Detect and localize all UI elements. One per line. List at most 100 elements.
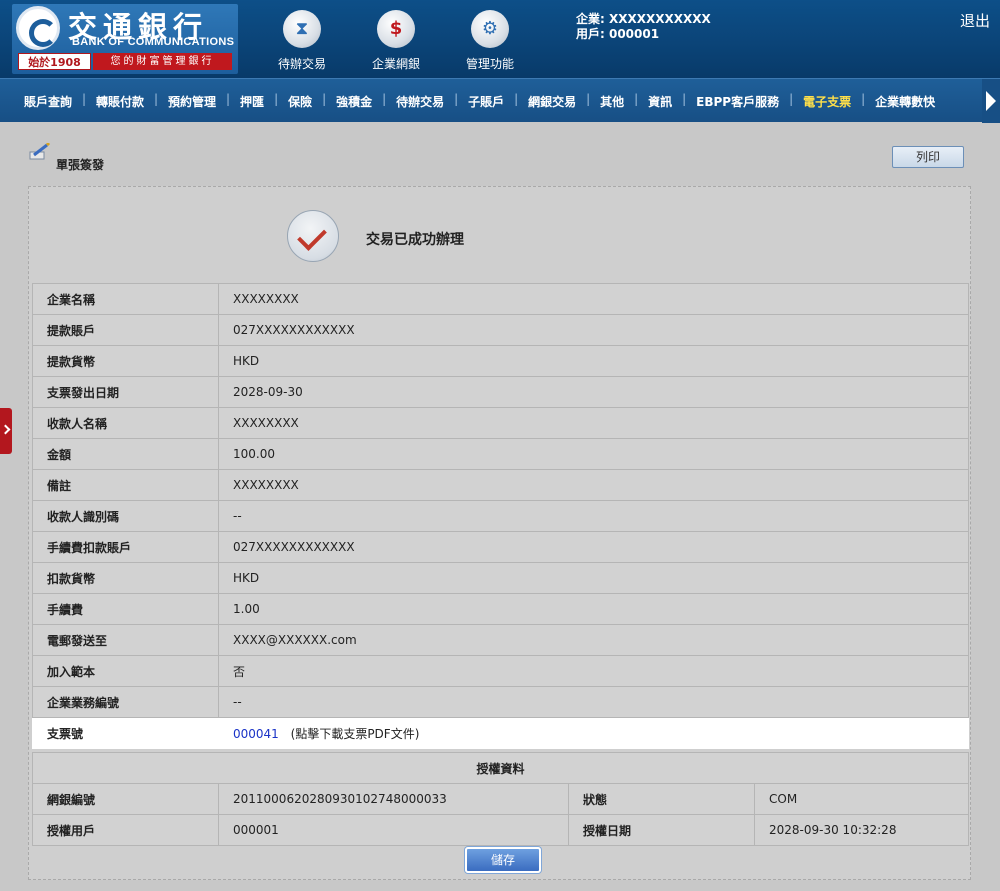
logout-link[interactable]: 退出 bbox=[960, 10, 990, 31]
detail-label: 企業名稱 bbox=[32, 283, 219, 315]
detail-label: 提款貨幣 bbox=[32, 345, 219, 377]
page-title: 單張簽發 bbox=[56, 158, 105, 172]
nav-fps[interactable]: 企業轉數快 bbox=[861, 92, 947, 110]
detail-label: 收款人識別碼 bbox=[32, 500, 219, 532]
table-row: 企業業務編號 -- bbox=[32, 686, 969, 718]
success-banner: 交易已成功辦理 bbox=[29, 187, 970, 283]
table-row: 網銀編號 2011000620280930102748000033 狀態 COM bbox=[32, 783, 969, 815]
table-row: 扣款貨幣 HKD bbox=[32, 562, 969, 594]
table-row: 支票發出日期 2028-09-30 bbox=[32, 376, 969, 408]
authorization-date-value: 2028-09-30 10:32:28 bbox=[754, 814, 969, 846]
detail-value: 1.00 bbox=[218, 593, 969, 625]
pending-transactions-button[interactable]: ⧗ 待辦交易 bbox=[262, 10, 342, 74]
detail-value: 027XXXXXXXXXXXX bbox=[218, 314, 969, 346]
corporate-banking-label: 企業網銀 bbox=[371, 57, 420, 71]
authorization-header: 授權資料 bbox=[32, 752, 969, 784]
detail-label: 提款賬戶 bbox=[32, 314, 219, 346]
gears-icon: ⚙ bbox=[481, 18, 499, 39]
nav-online-banking-transactions[interactable]: 網銀交易 bbox=[514, 92, 588, 110]
table-row: 提款貨幣 HKD bbox=[32, 345, 969, 377]
detail-label: 電郵發送至 bbox=[32, 624, 219, 656]
nav-mpf[interactable]: 強積金 bbox=[322, 92, 384, 110]
user-id: 用戶: 000001 bbox=[576, 27, 660, 41]
detail-value: HKD bbox=[218, 345, 969, 377]
detail-value: XXXXXXXX bbox=[218, 283, 969, 315]
cheque-number-link[interactable]: 000041 bbox=[233, 727, 279, 741]
status-value: COM bbox=[754, 783, 969, 815]
hourglass-icon: ⧗ bbox=[295, 18, 309, 39]
detail-value: HKD bbox=[218, 562, 969, 594]
detail-value: 100.00 bbox=[218, 438, 969, 470]
logo-slogan: 您的財富管理銀行 bbox=[93, 53, 232, 70]
detail-value: XXXX@XXXXXX.com bbox=[218, 624, 969, 656]
detail-value: 027XXXXXXXXXXXX bbox=[218, 531, 969, 563]
detail-label: 收款人名稱 bbox=[32, 407, 219, 439]
detail-label: 手續費 bbox=[32, 593, 219, 625]
nav-account-enquiry[interactable]: 賬戶查詢 bbox=[0, 93, 84, 110]
nav-bills[interactable]: 押匯 bbox=[226, 92, 276, 110]
print-button[interactable]: 列印 bbox=[892, 146, 964, 168]
table-row: 備註 XXXXXXXX bbox=[32, 469, 969, 501]
nav-scroll-right-icon[interactable] bbox=[982, 79, 1000, 123]
side-expand-tab[interactable] bbox=[0, 408, 12, 454]
table-row: 電郵發送至 XXXX@XXXXXX.com bbox=[32, 624, 969, 656]
top-header: 交通銀行 BANK OF COMMUNICATIONS 始於1908 您的財富管… bbox=[0, 0, 1000, 78]
status-label: 狀態 bbox=[568, 783, 755, 815]
company-id: 企業: XXXXXXXXXXX bbox=[576, 12, 711, 26]
table-row: 收款人識別碼 -- bbox=[32, 500, 969, 532]
table-row: 授權用戶 000001 授權日期 2028-09-30 10:32:28 bbox=[32, 814, 969, 846]
authorization-table: 授權資料 網銀編號 2011000620280930102748000033 狀… bbox=[32, 752, 969, 846]
nav-sub-account[interactable]: 子賬戶 bbox=[454, 92, 516, 110]
cheque-download-note: (點擊下載支票PDF文件) bbox=[290, 726, 420, 741]
table-row: 收款人名稱 XXXXXXXX bbox=[32, 407, 969, 439]
detail-label: 扣款貨幣 bbox=[32, 562, 219, 594]
logo-since: 始於1908 bbox=[18, 53, 91, 70]
table-row: 提款賬戶 027XXXXXXXXXXXX bbox=[32, 314, 969, 346]
success-message: 交易已成功辦理 bbox=[366, 232, 464, 248]
detail-label: 企業業務編號 bbox=[32, 686, 219, 718]
detail-value: XXXXXXXX bbox=[218, 469, 969, 501]
pending-transactions-label: 待辦交易 bbox=[277, 57, 326, 71]
detail-label: 加入範本 bbox=[32, 655, 219, 687]
logo-english-name: BANK OF COMMUNICATIONS bbox=[72, 36, 235, 48]
management-label: 管理功能 bbox=[465, 57, 514, 71]
main-nav: 賬戶查詢 轉賬付款 預約管理 押匯 保險 強積金 待辦交易 子賬戶 網銀交易 其… bbox=[0, 78, 1000, 123]
nav-insurance[interactable]: 保險 bbox=[274, 92, 324, 110]
pen-icon bbox=[29, 143, 50, 160]
dollar-monitor-icon: $ bbox=[389, 18, 403, 39]
detail-label: 支票發出日期 bbox=[32, 376, 219, 408]
transaction-detail-table: 企業名稱 XXXXXXXX 提款賬戶 027XXXXXXXXXXXX 提款貨幣 HKD 支票… bbox=[32, 283, 969, 749]
detail-label: 金額 bbox=[32, 438, 219, 470]
detail-value: 否 bbox=[218, 655, 969, 687]
detail-label: 手續費扣款賬戶 bbox=[32, 531, 219, 563]
authorizer-value: 000001 bbox=[218, 814, 569, 846]
cheque-number-row: 支票號 000041 (點擊下載支票PDF文件) bbox=[32, 717, 969, 749]
nav-others[interactable]: 其他 bbox=[586, 92, 636, 110]
table-row: 企業名稱 XXXXXXXX bbox=[32, 283, 969, 315]
save-button[interactable]: 儲存 bbox=[465, 847, 541, 873]
nav-information[interactable]: 資訊 bbox=[634, 92, 684, 110]
corporate-banking-button[interactable]: $ 企業網銀 bbox=[356, 10, 436, 74]
management-button[interactable]: ⚙ 管理功能 bbox=[450, 10, 530, 74]
detail-value: -- bbox=[218, 686, 969, 718]
nav-transfer-payment[interactable]: 轉賬付款 bbox=[82, 92, 156, 110]
nav-ebpp[interactable]: EBPP客戶服務 bbox=[682, 92, 791, 110]
authorization-date-label: 授權日期 bbox=[568, 814, 755, 846]
table-row: 加入範本否 bbox=[32, 655, 969, 687]
reference-label: 網銀編號 bbox=[32, 783, 219, 815]
detail-label: 備註 bbox=[32, 469, 219, 501]
result-panel: 交易已成功辦理 企業名稱 XXXXXXXX 提款賬戶 027XXXXXXXXXXXX 提… bbox=[28, 186, 971, 880]
checkmark-icon bbox=[287, 210, 339, 262]
table-row: 手續費扣款賬戶 027XXXXXXXXXXXX bbox=[32, 531, 969, 563]
detail-value: 2028-09-30 bbox=[218, 376, 969, 408]
bank-emblem-icon bbox=[16, 6, 60, 50]
user-info: 企業: XXXXXXXXXXX 用戶: 000001 bbox=[576, 12, 711, 42]
table-row: 手續費 1.00 bbox=[32, 593, 969, 625]
nav-e-cheque[interactable]: 電子支票 bbox=[789, 92, 863, 110]
nav-scheduled-management[interactable]: 預約管理 bbox=[154, 92, 228, 110]
detail-value: -- bbox=[218, 500, 969, 532]
cheque-number-cell: 000041 (點擊下載支票PDF文件) bbox=[218, 717, 969, 749]
bank-logo[interactable]: 交通銀行 BANK OF COMMUNICATIONS 始於1908 您的財富管… bbox=[12, 4, 238, 74]
table-row: 金額 100.00 bbox=[32, 438, 969, 470]
nav-pending-transactions[interactable]: 待辦交易 bbox=[382, 92, 456, 110]
